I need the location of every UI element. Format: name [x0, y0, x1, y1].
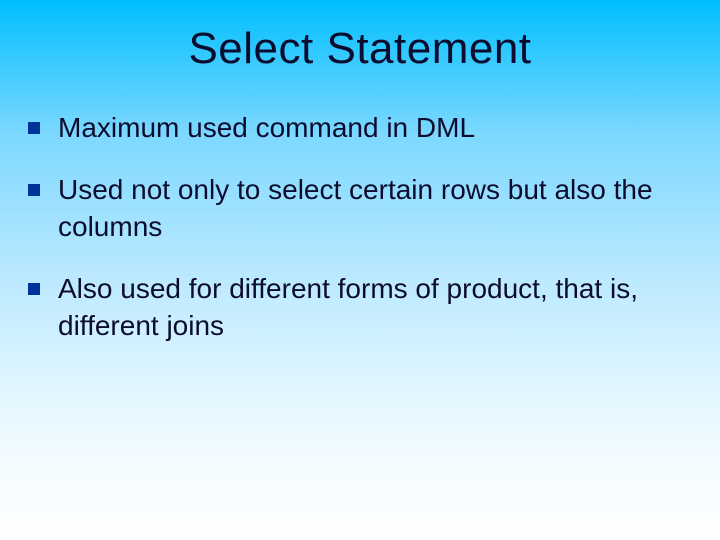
square-bullet-icon — [28, 184, 40, 196]
list-item: Maximum used command in DML — [28, 110, 692, 146]
list-item-text: Used not only to select certain rows but… — [58, 172, 692, 245]
slide: Select Statement Maximum used command in… — [0, 0, 720, 540]
list-item: Used not only to select certain rows but… — [28, 172, 692, 245]
list-item: Also used for different forms of product… — [28, 271, 692, 344]
list-item-text: Maximum used command in DML — [58, 110, 692, 146]
square-bullet-icon — [28, 122, 40, 134]
slide-title: Select Statement — [0, 0, 720, 84]
list-item-text: Also used for different forms of product… — [58, 271, 692, 344]
slide-body: Maximum used command in DML Used not onl… — [0, 110, 720, 344]
square-bullet-icon — [28, 283, 40, 295]
